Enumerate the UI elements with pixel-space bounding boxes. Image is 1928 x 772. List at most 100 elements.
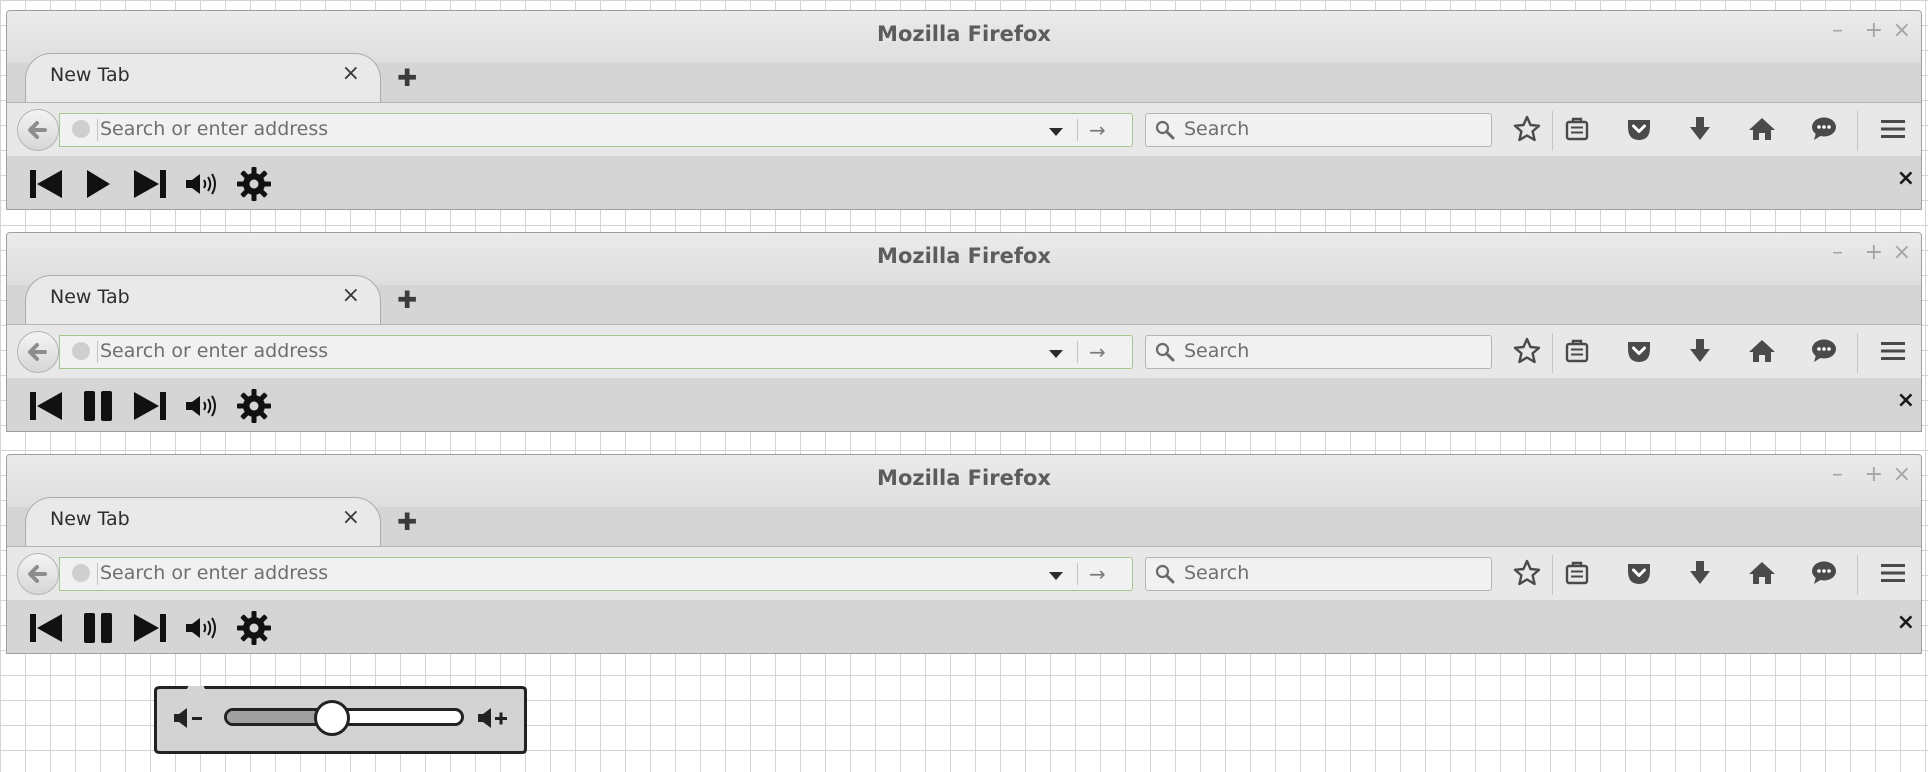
tab-new-tab[interactable]: New Tab ×	[25, 53, 381, 103]
history-dropdown-icon[interactable]	[1049, 128, 1063, 136]
site-identity-icon	[72, 120, 90, 138]
toolbar-separator	[1552, 333, 1553, 373]
volume-icon[interactable]	[183, 387, 221, 425]
search-icon	[1155, 564, 1175, 584]
url-bar[interactable]: Search or enter address →	[59, 557, 1133, 591]
previous-track-icon[interactable]	[27, 609, 65, 647]
new-tab-button[interactable]: ✚	[397, 66, 417, 90]
close-window-button[interactable]: ×	[1893, 461, 1911, 489]
navigation-toolbar: Search or enter address → Search	[7, 324, 1921, 379]
url-bar[interactable]: Search or enter address →	[59, 113, 1133, 147]
firefox-window: Mozilla Firefox – + × New Tab × ✚ Search or ent…	[6, 454, 1922, 654]
pocket-icon[interactable]	[1624, 336, 1654, 366]
back-button[interactable]	[17, 553, 59, 595]
site-identity-icon	[72, 342, 90, 360]
url-separator	[1077, 563, 1078, 585]
next-track-icon[interactable]	[131, 609, 169, 647]
play-pause-icon[interactable]	[79, 165, 117, 203]
firefox-window: Mozilla Firefox – + × New Tab × ✚ Search or ent…	[6, 232, 1922, 432]
close-media-bar-icon[interactable]: ×	[1897, 388, 1915, 413]
menu-icon[interactable]	[1878, 114, 1908, 144]
search-placeholder: Search	[1184, 118, 1250, 140]
close-window-button[interactable]: ×	[1893, 17, 1911, 45]
go-arrow-icon[interactable]: →	[1089, 118, 1106, 142]
reading-list-icon[interactable]	[1562, 558, 1592, 588]
previous-track-icon[interactable]	[27, 387, 65, 425]
close-window-button[interactable]: ×	[1893, 239, 1911, 267]
url-placeholder: Search or enter address	[100, 118, 329, 140]
back-arrow-icon	[28, 121, 47, 139]
chat-icon[interactable]	[1809, 336, 1839, 366]
new-tab-button[interactable]: ✚	[397, 288, 417, 312]
reading-list-icon[interactable]	[1562, 336, 1592, 366]
volume-icon[interactable]	[183, 165, 221, 203]
media-control-bar: ×	[7, 378, 1921, 431]
navigation-toolbar: Search or enter address → Search	[7, 102, 1921, 157]
volume-up-icon[interactable]	[476, 706, 514, 730]
volume-down-icon[interactable]	[172, 706, 210, 730]
search-bar[interactable]: Search	[1145, 335, 1492, 369]
home-icon[interactable]	[1747, 114, 1777, 144]
new-tab-button[interactable]: ✚	[397, 510, 417, 534]
play-pause-icon[interactable]	[79, 387, 117, 425]
go-arrow-icon[interactable]: →	[1089, 562, 1106, 586]
toolbar-separator	[1857, 333, 1858, 373]
tab-close-icon[interactable]: ×	[342, 61, 360, 86]
menu-icon[interactable]	[1878, 336, 1908, 366]
url-bar[interactable]: Search or enter address →	[59, 335, 1133, 369]
tab-close-icon[interactable]: ×	[342, 283, 360, 308]
minimize-button[interactable]: –	[1832, 17, 1843, 45]
downloads-icon[interactable]	[1685, 336, 1715, 366]
search-bar[interactable]: Search	[1145, 113, 1492, 147]
maximize-button[interactable]: +	[1865, 239, 1883, 267]
search-icon	[1155, 342, 1175, 362]
next-track-icon[interactable]	[131, 165, 169, 203]
settings-gear-icon[interactable]	[235, 609, 273, 647]
search-icon	[1155, 120, 1175, 140]
window-title: Mozilla Firefox	[877, 22, 1051, 46]
tab-close-icon[interactable]: ×	[342, 505, 360, 530]
volume-slider-thumb[interactable]	[314, 700, 350, 736]
home-icon[interactable]	[1747, 558, 1777, 588]
volume-popup	[154, 686, 527, 754]
tab-new-tab[interactable]: New Tab ×	[25, 275, 381, 325]
next-track-icon[interactable]	[131, 387, 169, 425]
menu-icon[interactable]	[1878, 558, 1908, 588]
bookmark-star-icon[interactable]	[1512, 114, 1542, 144]
settings-gear-icon[interactable]	[235, 165, 273, 203]
search-bar[interactable]: Search	[1145, 557, 1492, 591]
back-button[interactable]	[17, 331, 59, 373]
chat-icon[interactable]	[1809, 558, 1839, 588]
downloads-icon[interactable]	[1685, 114, 1715, 144]
previous-track-icon[interactable]	[27, 165, 65, 203]
url-separator	[1077, 341, 1078, 363]
bookmark-star-icon[interactable]	[1512, 336, 1542, 366]
downloads-icon[interactable]	[1685, 558, 1715, 588]
reading-list-icon[interactable]	[1562, 114, 1592, 144]
pocket-icon[interactable]	[1624, 558, 1654, 588]
back-button[interactable]	[17, 109, 59, 151]
maximize-button[interactable]: +	[1865, 461, 1883, 489]
bookmark-star-icon[interactable]	[1512, 558, 1542, 588]
pocket-icon[interactable]	[1624, 114, 1654, 144]
url-separator	[97, 341, 98, 363]
minimize-button[interactable]: –	[1832, 461, 1843, 489]
volume-icon[interactable]	[183, 609, 221, 647]
minimize-button[interactable]: –	[1832, 239, 1843, 267]
close-media-bar-icon[interactable]: ×	[1897, 610, 1915, 635]
firefox-window: Mozilla Firefox – + × New Tab × ✚ Search or ent…	[6, 10, 1922, 210]
go-arrow-icon[interactable]: →	[1089, 340, 1106, 364]
url-separator	[97, 119, 98, 141]
maximize-button[interactable]: +	[1865, 17, 1883, 45]
play-pause-icon[interactable]	[79, 609, 117, 647]
back-arrow-icon	[28, 565, 47, 583]
close-media-bar-icon[interactable]: ×	[1897, 166, 1915, 191]
toolbar-separator	[1857, 555, 1858, 595]
history-dropdown-icon[interactable]	[1049, 350, 1063, 358]
tab-new-tab[interactable]: New Tab ×	[25, 497, 381, 547]
url-placeholder: Search or enter address	[100, 562, 329, 584]
home-icon[interactable]	[1747, 336, 1777, 366]
history-dropdown-icon[interactable]	[1049, 572, 1063, 580]
chat-icon[interactable]	[1809, 114, 1839, 144]
settings-gear-icon[interactable]	[235, 387, 273, 425]
